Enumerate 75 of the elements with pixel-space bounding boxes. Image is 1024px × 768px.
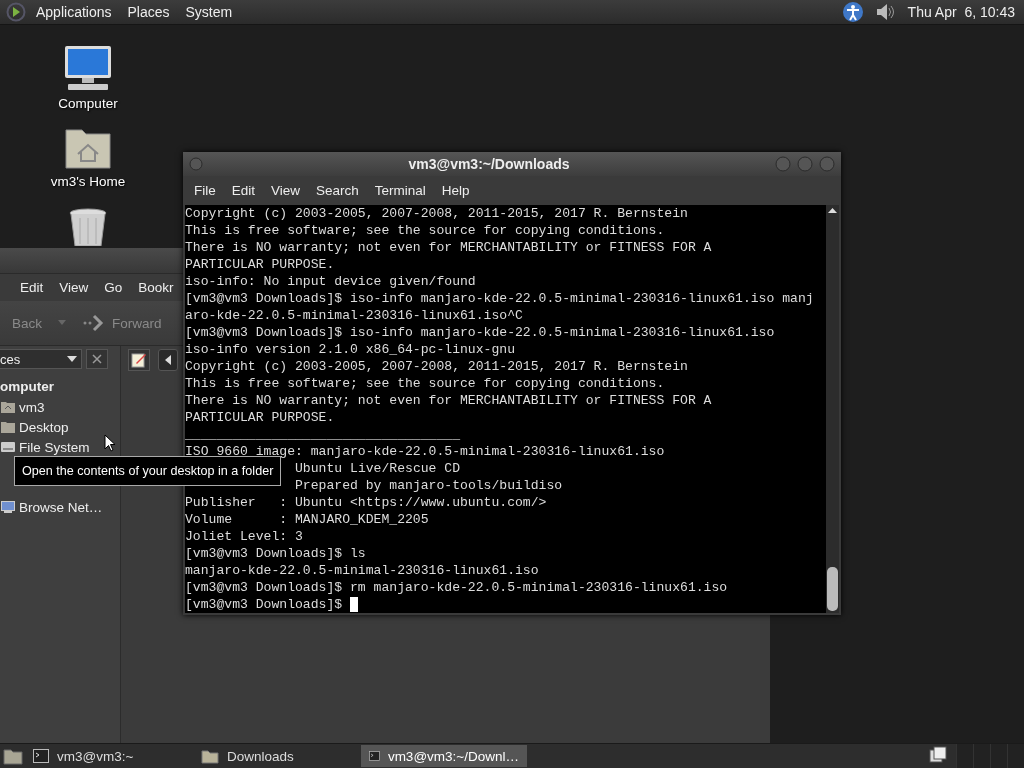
terminal-line: iso-info version 2.1.0 x86_64-pc-linux-gnu [185, 341, 516, 358]
terminal-icon [369, 749, 380, 763]
terminal-line: Ubuntu Live/Rescue CD [295, 460, 461, 477]
taskbar-button[interactable]: Downloads [193, 745, 359, 767]
tooltip: Open the contents of your desktop in a folder [14, 456, 282, 486]
menu-item[interactable]: Edit [224, 180, 263, 200]
terminal-line: Prepared by manjaro-tools/buildiso [295, 477, 563, 494]
dropdown-arrow-icon [67, 356, 77, 362]
panel-menu[interactable]: Applications [30, 2, 118, 22]
sidebar-heading: omputer [0, 378, 54, 396]
trash-icon[interactable] [68, 208, 108, 246]
close-icon [92, 354, 102, 364]
desktop-icon-label[interactable]: Computer [58, 96, 118, 111]
scrollbar-thumb[interactable] [827, 567, 838, 611]
folder-icon [201, 748, 219, 764]
window-list-icon[interactable] [928, 746, 948, 766]
terminal-line: [vm3@vm3 Downloads]$ ls [185, 545, 366, 562]
menu-item[interactable]: Edit [13, 278, 51, 297]
menu-item[interactable]: Help [434, 180, 477, 200]
terminal-line: This is free software; see the source for copying conditions. [185, 222, 665, 239]
window-title: vm3@vm3:~/Downloads [407, 156, 571, 172]
folder-icon [1, 421, 15, 433]
menu-item[interactable]: Bookr [131, 278, 181, 297]
taskbar-button[interactable]: vm3@vm3:~ [25, 745, 191, 767]
menu-item[interactable]: Terminal [367, 180, 433, 200]
menu-item[interactable]: View [264, 180, 308, 200]
logo-icon[interactable] [6, 2, 26, 22]
terminal-line: There is NO warranty; not even for MERCHANTABILITY or FITNESS FOR A [185, 239, 712, 256]
sidebar-item[interactable]: File System [1, 437, 120, 457]
close-sidebar-button[interactable] [86, 349, 108, 369]
sidebar-item[interactable]: vm3 [1, 397, 120, 417]
places-dropdown[interactable]: ces [0, 349, 82, 369]
home-folder-icon[interactable] [64, 126, 112, 170]
terminal-line: iso-info: No input device given/found [185, 273, 476, 290]
terminal-line: This is free software; see the source for copying conditions. [185, 375, 665, 392]
terminal-line: Volume : MANJARO_KDEM_2205 [185, 511, 429, 528]
terminal-line: aro-kde-22.0.5-minimal-230316-linux61.iso^C [185, 307, 523, 324]
menu-item[interactable]: Go [97, 278, 130, 297]
text-cursor [350, 597, 359, 612]
terminal-line: Joliet Level: 3 [185, 528, 303, 545]
accessibility-icon[interactable] [841, 1, 864, 23]
terminal-line: There is NO warranty; not even for MERCHANTABILITY or FITNESS FOR A [185, 392, 712, 409]
network-icon [1, 501, 15, 513]
edit-button[interactable] [128, 349, 150, 371]
menu-item[interactable]: View [52, 278, 96, 297]
mouse-pointer-icon [104, 434, 116, 452]
left-arrow-icon [165, 355, 171, 365]
terminal-line: PARTICULAR PURPOSE. [185, 256, 335, 273]
terminal-line: Copyright (c) 2003-2005, 2007-2008, 2011-2015, 2017 R. Bernstein [185, 358, 688, 375]
panel-menu[interactable]: Places [121, 2, 176, 22]
home-folder-icon [1, 401, 15, 413]
left-arrow-button[interactable] [158, 349, 178, 371]
drive-icon [1, 442, 15, 452]
terminal-line: ___________________________________ [185, 426, 460, 443]
workspace-switcher[interactable] [956, 744, 1024, 768]
forward-arrow-icon [82, 314, 106, 332]
edit-icon [131, 352, 147, 368]
terminal-line: PARTICULAR PURPOSE. [185, 409, 335, 426]
panel-menu[interactable]: System [179, 2, 239, 22]
sidebar-item[interactable]: Browse Net… [1, 497, 120, 517]
terminal-line: manjaro-kde-22.0.5-minimal-230316-linux61.iso [185, 562, 539, 579]
computer-icon[interactable] [62, 44, 114, 92]
sidebar-item[interactable]: Desktop [1, 417, 120, 437]
taskbar-button[interactable]: vm3@vm3:~/Downl… [361, 745, 527, 767]
terminal-line: [vm3@vm3 Downloads]$ iso-info manjaro-kde-22.0.5-minimal-230316-linux61.iso [185, 324, 775, 341]
terminal-line: [vm3@vm3 Downloads]$ [185, 596, 343, 613]
terminal-line: Publisher : Ubuntu <https://www.ubuntu.com/> [185, 494, 547, 511]
terminal-line: [vm3@vm3 Downloads]$ rm manjaro-kde-22.0.5-minimal-230316-linux61.iso [185, 579, 728, 596]
desktop-icon-label[interactable]: vm3's Home [50, 174, 126, 189]
menu-item[interactable]: Search [309, 180, 366, 200]
terminal-icon [33, 749, 49, 763]
terminal-line: Copyright (c) 2003-2005, 2007-2008, 2011-2015, 2017 R. Bernstein [185, 205, 688, 222]
menu-item[interactable]: File [187, 180, 223, 200]
terminal-line: [vm3@vm3 Downloads]$ iso-info manjaro-kde-22.0.5-minimal-230316-linux61.iso manj [185, 290, 814, 307]
clock[interactable]: Thu Apr 6, 10:43 [899, 4, 1018, 20]
